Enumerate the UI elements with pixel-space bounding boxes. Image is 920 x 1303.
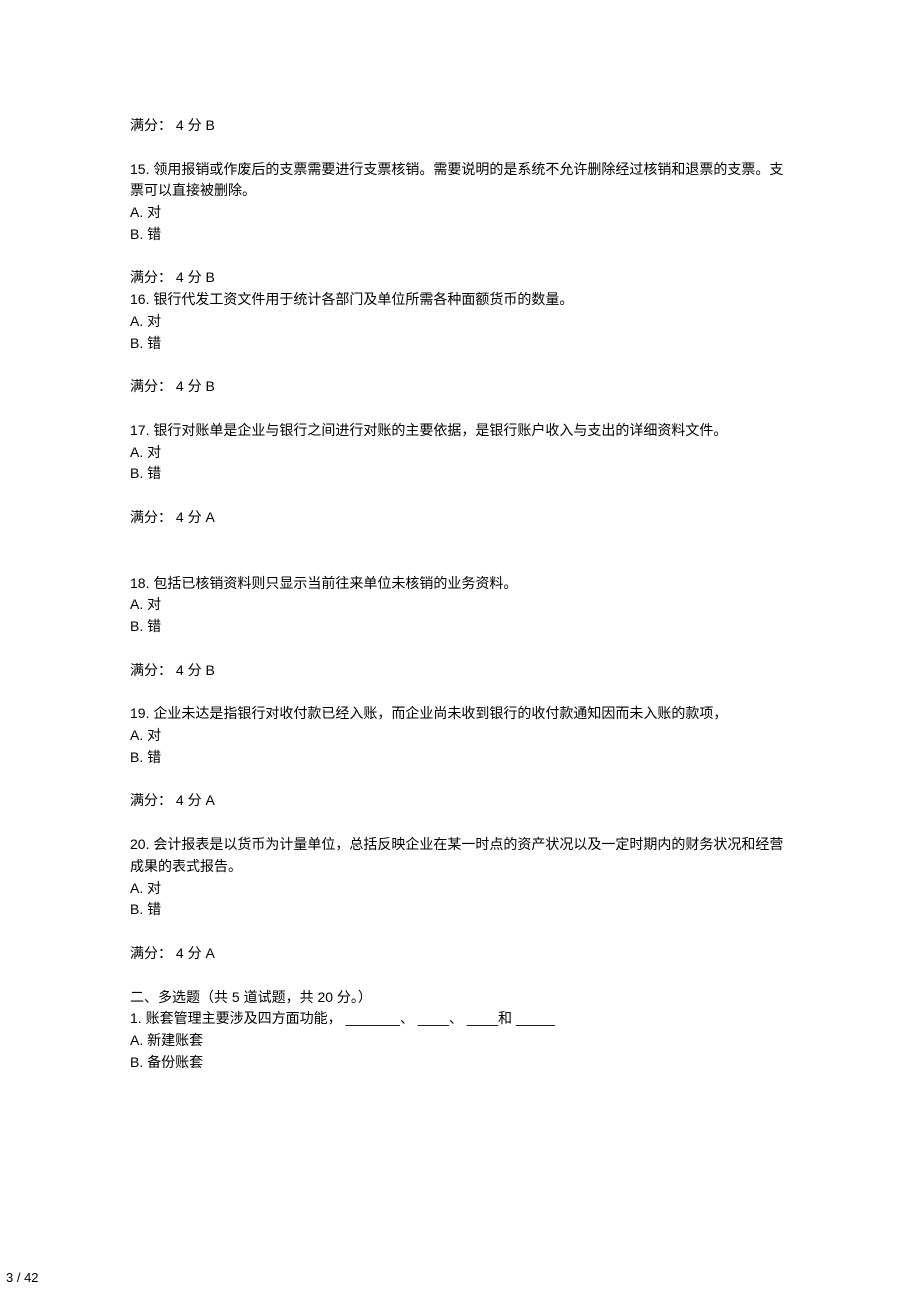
question-body: 银行代发工资文件用于统计各部门及单位所需各种面额货币的数量。 [149,291,573,307]
question-number: 16. [130,291,149,307]
question-text: 18. 包括已核销资料则只显示当前往来单位未核销的业务资料。 [130,573,790,595]
score-line: 满分： 4 分 B [130,115,790,137]
score-line: 满分： 4 分 B [130,376,790,398]
question-text: 15. 领用报销或作废后的支票需要进行支票核销。需要说明的是系统不允许删除经过核… [130,159,790,202]
score-line: 满分： 4 分 B [130,267,790,289]
option-a: A. 对 [130,311,790,333]
question-number: 15. [130,161,149,177]
question-text: 16. 银行代发工资文件用于统计各部门及单位所需各种面额货币的数量。 [130,289,790,311]
option-a: A. 对 [130,202,790,224]
option-b: B. 错 [130,333,790,355]
question-body: 账套管理主要涉及四方面功能， _______、 ____、 ____和 ____… [142,1010,555,1026]
question-body: 企业未达是指银行对收付款已经入账，而企业尚未收到银行的收付款通知因而未入账的款项… [149,705,727,721]
score-line: 满分： 4 分 A [130,943,790,965]
page-number: 3 / 42 [6,1270,39,1285]
question-body: 银行对账单是企业与银行之间进行对账的主要依据，是银行账户收入与支出的详细资料文件… [149,422,727,438]
option-a: A. 对 [130,725,790,747]
option-b: B. 错 [130,616,790,638]
option-b: B. 备份账套 [130,1052,790,1074]
question-text: 17. 银行对账单是企业与银行之间进行对账的主要依据，是银行账户收入与支出的详细… [130,420,790,442]
option-b: B. 错 [130,747,790,769]
option-b: B. 错 [130,899,790,921]
option-b: B. 错 [130,463,790,485]
question-text: 1. 账套管理主要涉及四方面功能， _______、 ____、 ____和 _… [130,1008,790,1030]
question-number: 19. [130,705,149,721]
option-a: A. 对 [130,594,790,616]
question-text: 19. 企业未达是指银行对收付款已经入账，而企业尚未收到银行的收付款通知因而未入… [130,703,790,725]
question-text: 20. 会计报表是以货币为计量单位，总括反映企业在某一时点的资产状况以及一定时期… [130,834,790,877]
score-line: 满分： 4 分 A [130,507,790,529]
question-body: 领用报销或作废后的支票需要进行支票核销。需要说明的是系统不允许删除经过核销和退票… [130,161,783,199]
option-a: A. 新建账套 [130,1030,790,1052]
option-a: A. 对 [130,442,790,464]
question-number: 18. [130,575,149,591]
question-number: 17. [130,422,149,438]
option-a: A. 对 [130,878,790,900]
question-number: 20. [130,836,149,852]
question-body: 包括已核销资料则只显示当前往来单位未核销的业务资料。 [149,575,517,591]
document-page: 满分： 4 分 B 15. 领用报销或作废后的支票需要进行支票核销。需要说明的是… [0,0,920,1303]
score-line: 满分： 4 分 B [130,660,790,682]
question-body: 会计报表是以货币为计量单位，总括反映企业在某一时点的资产状况以及一定时期内的财务… [130,836,783,874]
option-b: B. 错 [130,224,790,246]
question-number: 1. [130,1010,142,1026]
section-title: 二、多选题（共 5 道试题，共 20 分。） [130,987,790,1009]
score-line: 满分： 4 分 A [130,790,790,812]
